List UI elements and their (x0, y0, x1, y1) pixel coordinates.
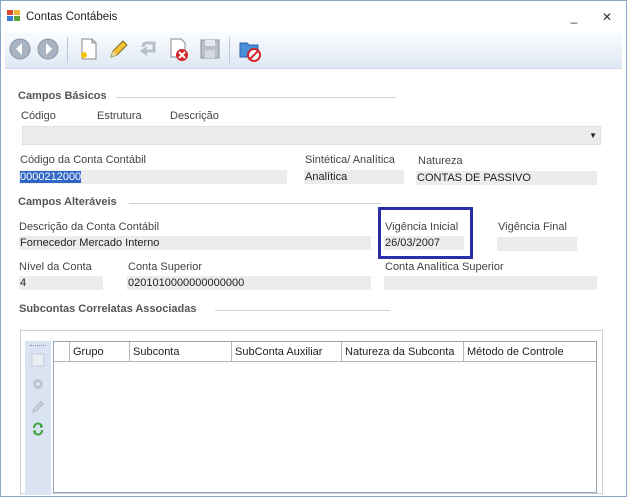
subaccounts-grid[interactable]: Grupo Subconta SubConta Auxiliar Naturez… (53, 341, 597, 493)
minimize-button[interactable]: _ (566, 9, 582, 25)
refresh-icon[interactable] (31, 422, 45, 436)
subaccounts-panel: Grupo Subconta SubConta Auxiliar Naturez… (20, 330, 603, 495)
chevron-down-icon[interactable]: ▼ (589, 131, 597, 140)
vigencia-inicial-label: Vigência Inicial (385, 221, 459, 233)
column-header-natureza[interactable]: Natureza da Subconta (342, 342, 464, 362)
sintetica-label: Sintética/ Analítica (305, 154, 395, 166)
conta-analitica-field[interactable] (384, 276, 597, 290)
conta-superior-label: Conta Superior (128, 261, 202, 273)
vigencia-final-field[interactable] (497, 237, 577, 251)
vigencia-final-label: Vigência Final (498, 221, 567, 233)
nivel-field[interactable]: 4 (19, 276, 103, 290)
pencil-icon[interactable] (31, 400, 45, 414)
edit-button[interactable] (105, 35, 131, 63)
conta-superior-field[interactable]: 0201010000000000000 (127, 276, 371, 290)
close-form-button[interactable] (237, 35, 263, 63)
gear-icon[interactable] (31, 377, 45, 391)
codigo-conta-label: Código da Conta Contábil (20, 154, 146, 166)
group-divider (215, 310, 390, 311)
group-divider (129, 203, 381, 204)
title-bar: Contas Contábeis _ ✕ (1, 1, 626, 31)
codigo-conta-value: 0000212000 (20, 171, 82, 183)
form-content: Campos Básicos Código Estrutura Descriçã… (5, 70, 622, 495)
column-header-grupo[interactable]: Grupo (70, 342, 130, 362)
delete-button[interactable] (165, 35, 191, 63)
conta-analitica-label: Conta Analítica Superior (385, 261, 504, 273)
codigo-label: Código (21, 110, 56, 122)
back-button[interactable] (7, 35, 33, 63)
natureza-field[interactable]: CONTAS DE PASSIVO (416, 171, 597, 185)
account-select-combo[interactable]: ▼ (22, 126, 601, 145)
window-title: Contas Contábeis (26, 11, 118, 23)
main-toolbar (5, 31, 622, 69)
app-icon (7, 10, 20, 21)
pencil-icon (110, 40, 128, 58)
descricao-label: Descrição (170, 110, 219, 122)
column-header-metodo[interactable]: Método de Controle (464, 342, 596, 362)
descricao-conta-label: Descrição da Conta Contábil (19, 221, 160, 233)
group-divider (116, 97, 396, 98)
descricao-conta-field[interactable]: Fornecedor Mercado Interno (19, 236, 371, 250)
changeable-fields-title: Campos Alteráveis (18, 196, 117, 208)
vigencia-inicial-field[interactable]: 26/03/2007 (384, 236, 464, 250)
toolbar-grip[interactable] (30, 345, 46, 347)
codigo-conta-field[interactable]: 0000212000 (19, 170, 287, 184)
close-button[interactable]: ✕ (599, 9, 615, 25)
grid-side-toolbar (25, 341, 51, 495)
delete-document-icon (170, 38, 188, 61)
column-header-subconta-auxiliar[interactable]: SubConta Auxiliar (232, 342, 342, 362)
new-document-icon (81, 38, 97, 60)
forward-icon (37, 38, 59, 60)
toolbar-separator (67, 37, 68, 63)
toolbar-separator (229, 37, 230, 63)
row-selector-header[interactable] (54, 342, 70, 362)
sintetica-field[interactable]: Analítica (304, 170, 404, 184)
save-button[interactable] (197, 35, 223, 63)
close-folder-icon (239, 42, 261, 62)
back-icon (9, 38, 31, 60)
estrutura-label: Estrutura (97, 110, 142, 122)
add-row-icon[interactable] (31, 353, 45, 367)
column-header-subconta[interactable]: Subconta (130, 342, 232, 362)
subaccounts-title: Subcontas Correlatas Associadas (19, 303, 197, 315)
natureza-label: Natureza (418, 155, 463, 167)
new-button[interactable] (75, 35, 101, 63)
undo-icon (140, 41, 156, 56)
basic-fields-title: Campos Básicos (18, 90, 107, 102)
main-window: Contas Contábeis _ ✕ Campos Básicos Códi… (0, 0, 627, 497)
floppy-disk-icon (200, 39, 220, 59)
grid-header: Grupo Subconta SubConta Auxiliar Naturez… (54, 342, 596, 362)
forward-button[interactable] (35, 35, 61, 63)
nivel-label: Nível da Conta (19, 261, 92, 273)
vigencia-inicial-highlight (378, 207, 473, 259)
undo-button[interactable] (135, 35, 161, 63)
